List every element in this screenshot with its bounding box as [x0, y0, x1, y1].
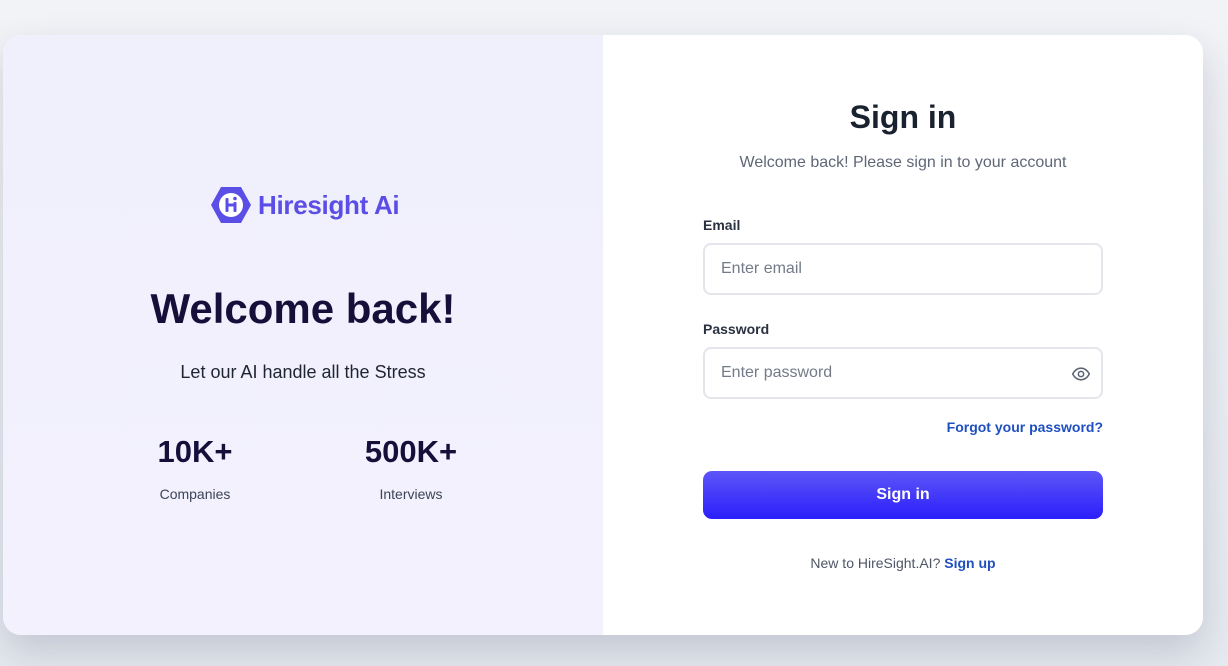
stat-interviews: 500K+ Interviews	[311, 433, 511, 502]
email-label: Email	[703, 217, 741, 233]
stat-value: 10K+	[157, 434, 233, 469]
signin-panel: Sign in Welcome back! Please sign in to …	[603, 35, 1203, 635]
password-field[interactable]	[705, 349, 1101, 397]
login-card: Hiresight Ai Welcome back! Let our AI ha…	[3, 35, 1203, 635]
welcome-title: Welcome back!	[150, 285, 456, 332]
welcome-subtitle: Let our AI handle all the Stress	[180, 362, 426, 382]
welcome-panel: Hiresight Ai Welcome back! Let our AI ha…	[3, 35, 603, 635]
eye-icon[interactable]	[1071, 364, 1091, 384]
brand-name: Hiresight Ai	[258, 189, 400, 220]
signup-prompt: New to HireSight.AI?	[810, 555, 941, 571]
hexagon-logo-icon	[211, 187, 251, 223]
stat-label: Interviews	[379, 486, 443, 502]
signin-button[interactable]: Sign in	[703, 471, 1103, 519]
signin-title: Sign in	[849, 99, 957, 135]
password-field-wrapper	[703, 347, 1103, 399]
brand-logo: Hiresight Ai	[210, 185, 400, 225]
password-label: Password	[703, 321, 770, 337]
stat-companies: 10K+ Companies	[95, 433, 295, 502]
signup-link[interactable]: Sign up	[944, 555, 995, 571]
email-field-wrapper	[703, 243, 1103, 295]
signin-subtitle: Welcome back! Please sign in to your acc…	[739, 154, 1067, 171]
stat-value: 500K+	[364, 434, 458, 469]
email-field[interactable]	[705, 245, 1101, 293]
stat-label: Companies	[159, 486, 231, 502]
forgot-password-link[interactable]: Forgot your password?	[947, 419, 1103, 435]
signup-row: New to HireSight.AI? Sign up	[603, 555, 1203, 571]
